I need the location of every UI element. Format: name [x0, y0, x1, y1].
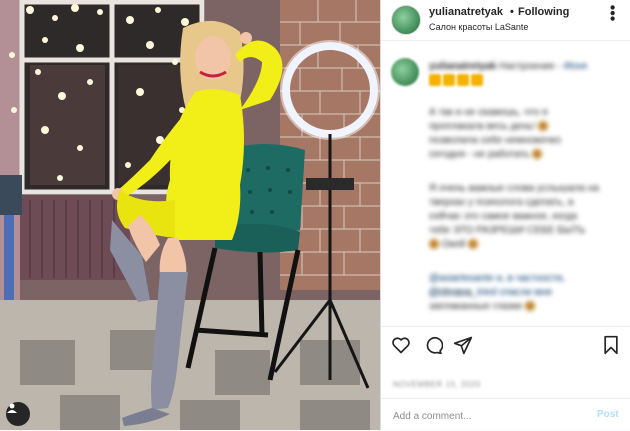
post-location[interactable]: Салон красоты LaSante — [429, 22, 528, 32]
caption-line: Я очень важные слова услышала на — [429, 183, 599, 194]
caption-line: заплаканные глазки — [429, 300, 609, 314]
caption-line: проплакала весь день! — [429, 120, 609, 134]
comment-bar: Post — [381, 398, 630, 431]
photo-scene — [0, 0, 380, 430]
caption-paragraph-1: А так и не скажешь, что я проплакала вес… — [429, 106, 609, 162]
caption-text: Настроение - — [499, 61, 561, 72]
bookmark-icon[interactable] — [601, 335, 621, 360]
phone-holder — [306, 178, 354, 190]
star-icon — [471, 74, 483, 86]
post-date: NOVEMBER 15, 2020 — [393, 380, 481, 389]
window-pane-left — [30, 65, 105, 185]
post-header: yulianatretyak • Following Салон красоты… — [381, 0, 630, 41]
post-comment-button[interactable]: Post — [597, 409, 619, 420]
caption-line: @asiartesante и, в частности, — [429, 273, 566, 284]
emoji-icon — [524, 301, 535, 312]
caption-line: сейчас это самое важное, когда — [429, 211, 578, 222]
caption-username[interactable]: yulianatretyak — [429, 61, 496, 72]
post-side-panel: yulianatretyak • Following Салон красоты… — [380, 0, 630, 430]
header-separator: • — [510, 6, 514, 18]
caption-paragraph-2: Я очень важные слова услышала на тверхах… — [429, 182, 609, 252]
star-icon — [457, 74, 469, 86]
caption-line: Окей — [429, 238, 609, 252]
following-button[interactable]: Following — [518, 6, 569, 18]
author-username[interactable]: yulianatretyak — [429, 6, 503, 18]
more-options-icon[interactable]: ••• — [602, 5, 620, 22]
post-photo[interactable] — [0, 0, 380, 430]
emoji-icon — [538, 121, 549, 132]
caption-heading: yulianatretyak Настроение - #love — [429, 60, 619, 74]
emoji-icon — [467, 239, 478, 250]
caption-area: yulianatretyak Настроение - #love А так … — [381, 46, 630, 321]
likes-count[interactable]: 1,519 likes — [429, 286, 472, 300]
star-icon — [443, 74, 455, 86]
camera-box — [0, 175, 22, 215]
caption-line: тебе ЭТО РАЗРЕШИ СЕБЕ БЫТЬ — [429, 225, 586, 236]
caption-line: А так и не скажешь, что я — [429, 107, 548, 118]
share-icon[interactable] — [453, 335, 473, 360]
caption-line: тверхах у психолога сделать, а — [429, 197, 574, 208]
caption-line: позволила себе немножечко — [429, 135, 562, 146]
caption-hashtag[interactable]: #love — [564, 61, 588, 72]
comment-icon[interactable] — [423, 335, 444, 360]
user-tags-icon[interactable] — [6, 402, 30, 426]
author-avatar[interactable] — [391, 5, 421, 35]
post-actions — [381, 326, 630, 363]
heart-icon[interactable] — [391, 335, 411, 360]
instagram-post-view: yulianatretyak • Following Салон красоты… — [0, 0, 630, 430]
emoji-icon — [429, 239, 439, 250]
caption-avatar[interactable] — [391, 58, 419, 86]
star-emojis — [429, 74, 483, 86]
emoji-icon — [532, 149, 543, 160]
caption-line: сегодня - не работать — [429, 148, 609, 162]
star-icon — [429, 74, 441, 86]
person-icon — [7, 403, 17, 413]
comment-input[interactable] — [393, 408, 578, 424]
raised-hand — [240, 32, 252, 44]
